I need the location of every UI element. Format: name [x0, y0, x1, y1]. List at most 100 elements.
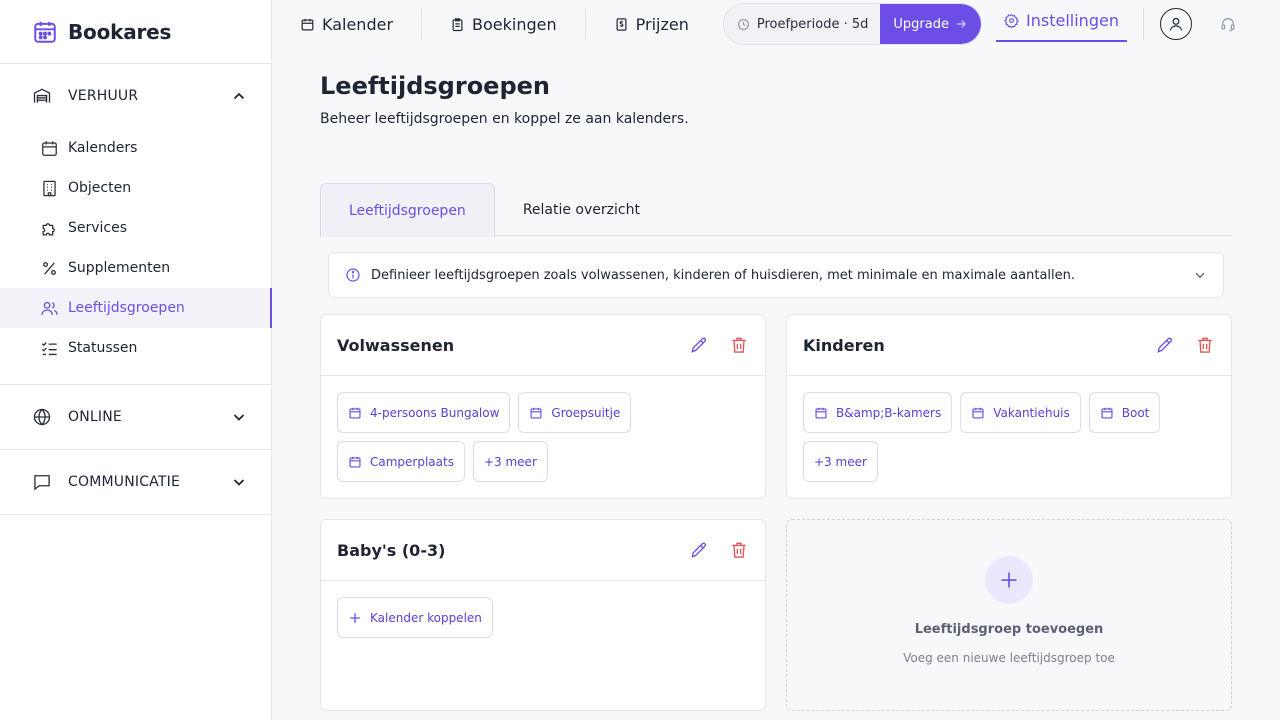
upgrade-button[interactable]: Upgrade: [880, 4, 981, 44]
tab-leeftijdsgroepen[interactable]: Leeftijdsgroepen: [320, 183, 495, 237]
chip-label: B&amp;B-kamers: [836, 405, 942, 420]
calendar-icon: [32, 19, 58, 45]
globe-icon: [32, 407, 52, 427]
topnav-prijzen[interactable]: Prijzen: [586, 0, 717, 48]
percent-icon: [40, 259, 59, 278]
add-group-title: Leeftijdsgroep toevoegen: [914, 622, 1104, 637]
page-title: Leeftijdsgroepen: [320, 72, 551, 100]
chip-label: Camperplaats: [370, 454, 454, 469]
card-header: Volwassenen: [321, 315, 765, 376]
calendar-icon: [1100, 406, 1114, 420]
calendar-chip[interactable]: Vakantiehuis: [960, 392, 1081, 433]
users-icon: [40, 299, 59, 318]
sidebar-item-label: Kalenders: [68, 140, 138, 156]
building-icon: [40, 179, 59, 198]
calendar-chip[interactable]: Groepsuitje: [518, 392, 632, 433]
chevron-down-icon: [231, 409, 247, 425]
trash-icon[interactable]: [729, 540, 749, 560]
more-calendars-chip[interactable]: +3 meer: [803, 441, 878, 482]
group-card-babys: Baby's (0-3) Kalender koppelen: [320, 519, 766, 711]
info-banner[interactable]: Definieer leeftijdsgroepen zoals volwass…: [328, 252, 1224, 298]
trash-icon[interactable]: [729, 335, 749, 355]
section-toggle-verhuur[interactable]: VERHUUR: [0, 64, 271, 128]
puzzle-icon: [40, 219, 59, 238]
edit-icon[interactable]: [689, 540, 709, 560]
sidebar-item-label: Statussen: [68, 340, 138, 356]
upgrade-label: Upgrade: [893, 16, 949, 32]
edit-icon[interactable]: [689, 335, 709, 355]
brand-name: Bookares: [68, 19, 172, 44]
chevron-down-icon: [1193, 268, 1207, 282]
brand[interactable]: Bookares: [0, 0, 271, 64]
sidebar-item-label: Objecten: [68, 180, 132, 196]
calendar-chip[interactable]: Boot: [1088, 392, 1161, 433]
calendar-chip[interactable]: 4-persoons Bungalow: [337, 392, 511, 433]
calendar-chip[interactable]: B&amp;B-kamers: [803, 392, 953, 433]
gear-icon: [1004, 13, 1019, 28]
add-circle: [985, 556, 1033, 604]
sidebar-item-label: Supplementen: [68, 260, 171, 276]
headset-icon[interactable]: [1220, 16, 1236, 32]
info-icon: [345, 267, 361, 283]
section-label: ONLINE: [68, 409, 122, 425]
sidebar-item-supplementen[interactable]: Supplementen: [0, 248, 271, 288]
add-group-subtitle: Voeg een nieuwe leeftijdsgroep toe: [903, 651, 1115, 665]
sidebar-item-label: Leeftijdsgroepen: [68, 300, 185, 316]
section-label: COMMUNICATIE: [68, 474, 180, 490]
sidebar-item-leeftijdsgroepen[interactable]: Leeftijdsgroepen: [0, 288, 272, 328]
sidebar-item-services[interactable]: Services: [0, 208, 271, 248]
user-avatar-button[interactable]: [1160, 8, 1192, 40]
topnav-label: Boekingen: [472, 14, 557, 34]
add-age-group-button[interactable]: Leeftijdsgroep toevoegen Voeg een nieuwe…: [786, 519, 1232, 711]
tab-relatie-overzicht[interactable]: Relatie overzicht: [495, 183, 668, 236]
calendar-icon: [971, 406, 985, 420]
calendar-icon: [40, 139, 59, 158]
chevron-up-icon: [231, 88, 247, 104]
chip-label: 4-persoons Bungalow: [370, 405, 500, 420]
warehouse-icon: [32, 86, 52, 106]
group-card-volwassenen: Volwassenen 4-persoons Bungalow Groepsui…: [320, 314, 766, 499]
chip-label: Vakantiehuis: [993, 405, 1070, 420]
group-title: Kinderen: [803, 335, 885, 355]
trash-icon[interactable]: [1195, 335, 1215, 355]
card-header: Kinderen: [787, 315, 1231, 376]
more-calendars-chip[interactable]: +3 meer: [472, 441, 548, 482]
sidebar: Bookares VERHUUR Kalenders Objecten Serv…: [0, 0, 272, 720]
topnav-boekingen[interactable]: Boekingen: [422, 0, 585, 48]
card-header: Baby's (0-3): [321, 520, 765, 581]
divider: [1143, 8, 1144, 40]
section-verhuur: VERHUUR Kalenders Objecten Services Supp…: [0, 64, 272, 385]
settings-label: Instellingen: [1026, 10, 1119, 30]
topnav-label: Kalender: [322, 14, 394, 34]
section-toggle-online[interactable]: ONLINE: [0, 385, 271, 449]
trial-pill: Proefperiode · 5d Upgrade: [722, 3, 982, 45]
arrow-right-icon: [955, 18, 967, 30]
calendar-icon: [300, 17, 315, 32]
sidebar-item-statussen[interactable]: Statussen: [0, 328, 271, 368]
calendar-chip[interactable]: Camperplaats: [337, 441, 465, 482]
group-card-kinderen: Kinderen B&amp;B-kamers Vakantiehuis Boo…: [786, 314, 1232, 499]
chip-label: Boot: [1121, 405, 1150, 420]
sidebar-item-kalenders[interactable]: Kalenders: [0, 128, 271, 168]
sidebar-item-label: Services: [68, 220, 128, 236]
chip-label: Kalender koppelen: [370, 610, 482, 625]
checklist-icon: [40, 339, 59, 358]
topnav-kalender[interactable]: Kalender: [272, 0, 421, 48]
settings-tab[interactable]: Instellingen: [996, 0, 1127, 42]
sidebar-item-objecten[interactable]: Objecten: [0, 168, 271, 208]
section-label: VERHUUR: [68, 88, 139, 104]
section-toggle-communicatie[interactable]: COMMUNICATIE: [0, 450, 271, 514]
tabs: Leeftijdsgroepen Relatie overzicht: [320, 183, 1232, 237]
section-online: ONLINE: [0, 385, 271, 450]
trial-label: Proefperiode · 5d: [756, 16, 869, 32]
user-icon: [1167, 15, 1185, 33]
group-title: Volwassenen: [337, 335, 455, 355]
calendar-icon: [348, 406, 362, 420]
linked-calendars: B&amp;B-kamers Vakantiehuis Boot +3 meer: [787, 376, 1231, 498]
topnav-label: Prijzen: [635, 14, 689, 34]
plus-icon: [999, 570, 1019, 590]
edit-icon[interactable]: [1155, 335, 1175, 355]
linked-calendars: 4-persoons Bungalow Groepsuitje Camperpl…: [321, 376, 765, 498]
section-communicatie: COMMUNICATIE: [0, 450, 271, 515]
link-calendar-button[interactable]: Kalender koppelen: [337, 597, 493, 638]
